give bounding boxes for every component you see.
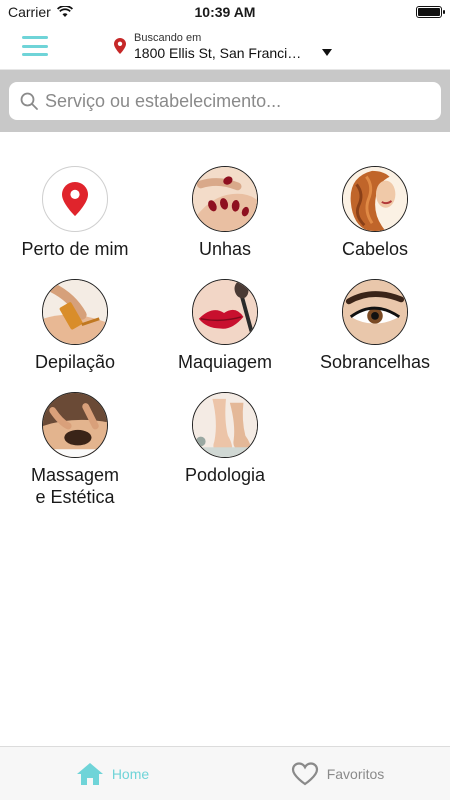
category-sobrancelhas[interactable]: Sobrancelhas [300,279,450,373]
category-label: Massagem e Estética [30,465,120,507]
status-bar: Carrier 10:39 AM [0,0,450,24]
home-icon [76,762,103,785]
category-label: Maquiagem [177,352,273,372]
carrier-label: Carrier [8,4,51,20]
search-bar-container [0,70,450,132]
category-label: Sobrancelhas [319,352,431,372]
chevron-down-icon[interactable] [322,49,332,56]
feet-photo [192,392,258,458]
category-podologia[interactable]: Podologia [150,392,300,486]
makeup-photo [192,279,258,345]
nails-photo [192,166,258,232]
location-label: Buscando em [134,32,202,44]
location-pin-icon [42,166,108,232]
location-text: Buscando em 1800 Ellis St, San Francisco… [134,32,306,62]
app-header: Buscando em 1800 Ellis St, San Francisco… [0,24,450,70]
heart-icon [291,761,318,785]
bottom-tab-bar: Home Favoritos [0,746,450,800]
location-address: 1800 Ellis St, San Francisco, CA [134,45,306,61]
massage-photo [42,392,108,458]
category-unhas[interactable]: Unhas [150,166,300,260]
category-massagem-estetica[interactable]: Massagem e Estética [0,392,150,508]
waxing-photo [42,279,108,345]
category-label: Depilação [34,352,116,372]
location-selector[interactable]: Buscando em 1800 Ellis St, San Francisco… [114,32,306,62]
category-label: Perto de mim [21,239,129,259]
category-label: Cabelos [341,239,409,259]
search-icon [20,92,38,110]
battery-icon [416,6,445,18]
carrier-group: Carrier [8,4,73,20]
category-depilacao[interactable]: Depilação [0,279,150,373]
search-input[interactable] [45,90,435,112]
tab-home-label: Home [111,765,150,782]
tab-favoritos[interactable]: Favoritos [225,747,450,800]
hair-photo [342,166,408,232]
hamburger-menu-icon[interactable] [22,36,48,56]
eyebrow-photo [342,279,408,345]
category-label: Unhas [198,239,252,259]
wifi-icon [56,6,73,17]
location-pin-icon [114,38,126,54]
category-maquiagem[interactable]: Maquiagem [150,279,300,373]
category-perto-de-mim[interactable]: Perto de mim [0,166,150,260]
tab-favoritos-label: Favoritos [326,765,385,782]
tab-home[interactable]: Home [0,747,225,800]
category-label: Podologia [184,465,266,485]
search-box[interactable] [9,82,441,120]
category-cabelos[interactable]: Cabelos [300,166,450,260]
battery-level [418,8,440,16]
